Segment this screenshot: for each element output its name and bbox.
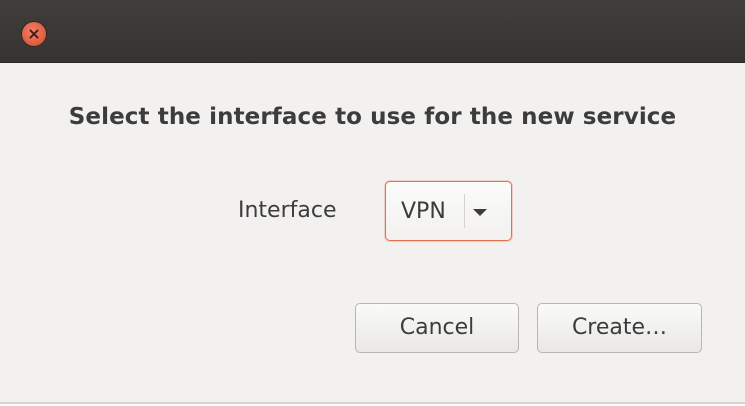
close-icon[interactable]: [22, 22, 46, 46]
chevron-down-icon: [473, 209, 487, 216]
interface-dropdown-value: VPN: [401, 199, 446, 224]
title-bar[interactable]: [0, 0, 745, 63]
create-button[interactable]: Create…: [537, 303, 702, 353]
interface-dropdown[interactable]: VPN: [385, 181, 512, 241]
dropdown-separator: [464, 194, 465, 228]
dialog-window: Select the interface to use for the new …: [0, 0, 745, 404]
cancel-button[interactable]: Cancel: [355, 303, 519, 353]
interface-label: Interface: [238, 198, 337, 223]
dialog-heading: Select the interface to use for the new …: [68, 104, 677, 130]
